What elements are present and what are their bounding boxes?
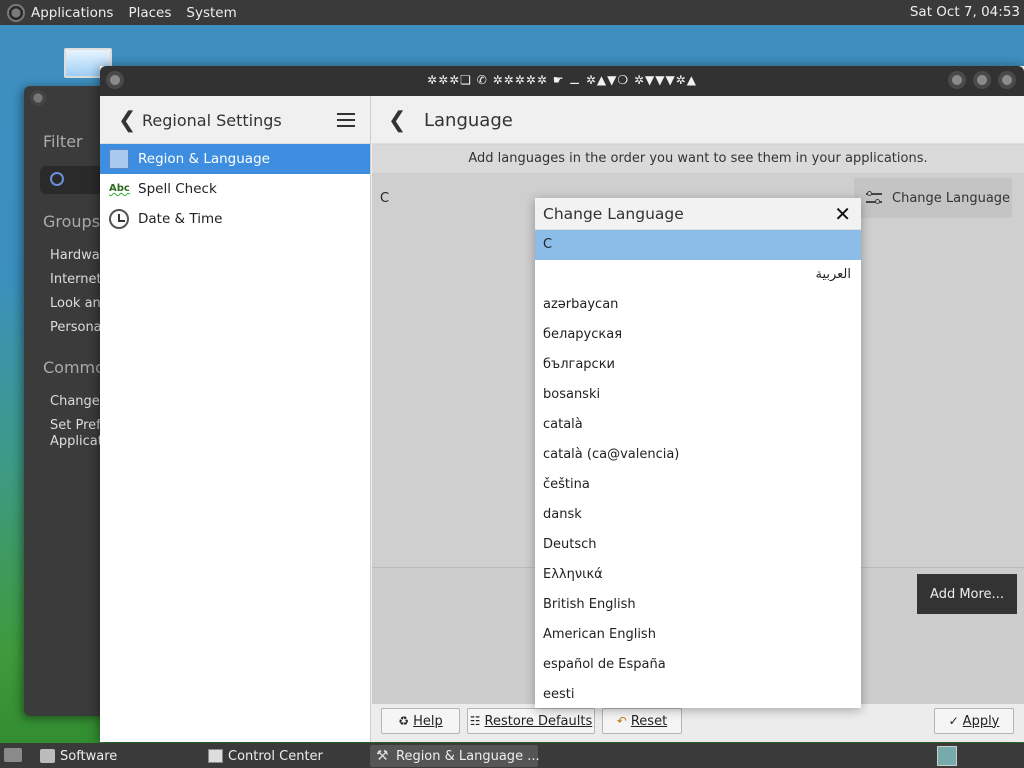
filter-label: Filter [43, 132, 83, 151]
panel-header: ❮ Language [372, 96, 1024, 144]
sidebar-item-label: Date & Time [138, 211, 223, 227]
tools-icon: ⚒ [376, 748, 389, 764]
spellcheck-icon: Abc [109, 183, 130, 194]
undo-icon: ↶ [616, 714, 627, 728]
region-icon [109, 149, 129, 169]
regional-settings-sidebar: ❮ Regional Settings Region & Language Ab… [100, 96, 371, 742]
restore-icon: ☷ [469, 714, 481, 728]
change-language-dialog: Change Language ✕ C العربية azərbaycan бела… [535, 198, 861, 708]
sidebar-item-region-language[interactable]: Region & Language [100, 144, 370, 174]
control-center-icon [208, 749, 223, 763]
search-icon [50, 172, 64, 186]
list-item[interactable]: British English [535, 590, 861, 620]
restore-defaults-label: Restore Defaults [484, 713, 593, 729]
window-title: ✲✲✲❏ ✆ ✲✲✲✲✲ ☛ ⚊ ✲▲▼❍ ✲▼▼▼✲▲ [427, 73, 697, 87]
menu-applications[interactable]: Applications [31, 5, 113, 21]
list-item[interactable]: eesti [535, 680, 861, 708]
task-software[interactable]: Software [34, 745, 194, 767]
common-heading: Commo [43, 358, 105, 377]
close-icon[interactable]: ✕ [834, 202, 851, 226]
list-item[interactable]: čeština [535, 470, 861, 500]
menu-system[interactable]: System [186, 5, 236, 21]
show-desktop-icon[interactable] [4, 748, 22, 762]
menu-places[interactable]: Places [128, 5, 171, 21]
task-label: Region & Language ... [396, 748, 540, 764]
back-chevron-icon[interactable]: ❮ [388, 108, 406, 133]
list-item[interactable]: C [380, 191, 389, 206]
language-list: C العربية azərbaycan беларуская български bos… [535, 230, 861, 708]
sidebar-header: ❮ Regional Settings [100, 96, 370, 144]
apply-label: Apply [962, 713, 1000, 729]
tray-tools-icon[interactable] [937, 746, 957, 766]
maximize-button[interactable] [973, 71, 991, 89]
list-item[interactable]: dansk [535, 500, 861, 530]
restore-defaults-button[interactable]: ☷ Restore Defaults [467, 708, 595, 734]
task-label: Software [60, 748, 118, 764]
clock[interactable]: Sat Oct 7, 04:53 [910, 4, 1020, 20]
list-item[interactable]: C [535, 230, 861, 260]
info-text: Add languages in the order you want to s… [372, 145, 1024, 173]
back-chevron-icon[interactable]: ❮ [118, 108, 136, 133]
hamburger-menu-icon[interactable] [337, 113, 355, 127]
list-item[interactable]: беларуская [535, 320, 861, 350]
apply-button[interactable]: ✓ Apply [934, 708, 1014, 734]
task-region-language[interactable]: ⚒ Region & Language ... [370, 745, 540, 767]
list-item[interactable]: català (ca@valencia) [535, 440, 861, 470]
minimize-button[interactable] [948, 71, 966, 89]
dialog-header: Change Language ✕ [535, 198, 861, 230]
help-icon: ♻ [398, 714, 410, 728]
window-titlebar[interactable]: ✲✲✲❏ ✆ ✲✲✲✲✲ ☛ ⚊ ✲▲▼❍ ✲▼▼▼✲▲ [100, 66, 1024, 96]
list-item[interactable]: català [535, 410, 861, 440]
list-item[interactable]: Ελληνικά [535, 560, 861, 590]
window-menu-button[interactable] [30, 90, 46, 106]
reset-label: Reset [630, 713, 668, 729]
help-label: Help [413, 713, 443, 729]
close-window-button[interactable] [998, 71, 1016, 89]
list-item[interactable]: български [535, 350, 861, 380]
list-item[interactable]: español de España [535, 650, 861, 680]
sidebar-item-label: Spell Check [138, 181, 217, 197]
sidebar-item-date-time[interactable]: Date & Time [100, 204, 370, 234]
list-item[interactable]: bosanski [535, 380, 861, 410]
group-item-personal[interactable]: Personal [50, 320, 105, 335]
dialog-title: Change Language [543, 205, 684, 223]
top-panel: Applications Places System Sat Oct 7, 04… [0, 0, 1024, 25]
groups-heading: Groups [43, 212, 101, 231]
distro-logo-icon[interactable] [7, 3, 25, 22]
sidebar-item-label: Region & Language [138, 151, 270, 167]
sliders-icon [866, 190, 882, 206]
list-item[interactable]: azərbaycan [535, 290, 861, 320]
taskbar: Software Control Center ⚒ Region & Langu… [0, 743, 1024, 768]
list-item[interactable]: American English [535, 620, 861, 650]
task-control-center[interactable]: Control Center [202, 745, 362, 767]
reset-button[interactable]: ↶ Reset [602, 708, 682, 734]
group-item-hardware[interactable]: Hardwar [50, 248, 105, 263]
sidebar-item-spell-check[interactable]: Abc Spell Check [100, 174, 370, 204]
clock-icon [109, 209, 129, 229]
change-language-label: Change Language [892, 190, 1011, 206]
sidebar-title: Regional Settings [142, 111, 282, 130]
task-label: Control Center [228, 748, 323, 764]
add-more-button[interactable]: Add More... [917, 574, 1017, 614]
list-item[interactable]: Deutsch [535, 530, 861, 560]
checkmark-icon: ✓ [948, 714, 959, 728]
change-language-button[interactable]: Change Language [854, 178, 1012, 218]
software-icon [40, 749, 55, 763]
help-button[interactable]: ♻ Help [381, 708, 460, 734]
panel-title: Language [424, 110, 513, 131]
list-item[interactable]: العربية [535, 260, 861, 290]
